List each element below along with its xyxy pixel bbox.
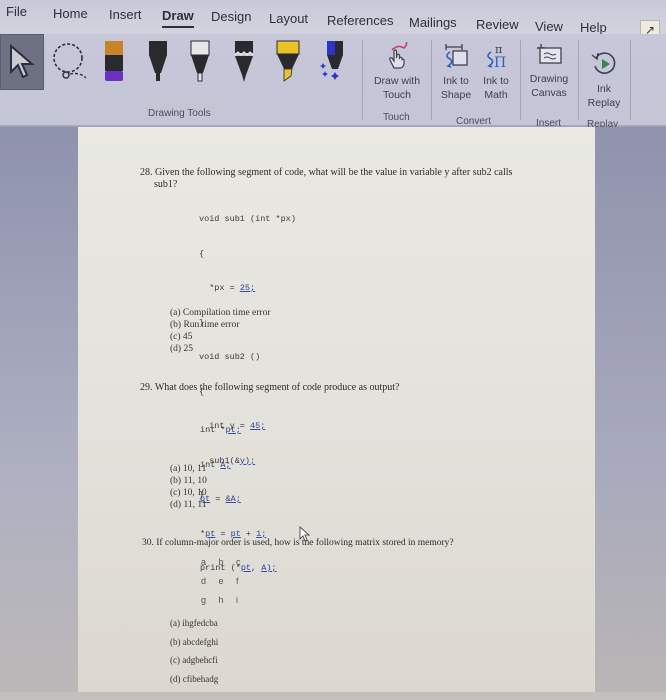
ribbon-tab-bar: File Home Insert Draw Design Layout Refe… — [0, 0, 666, 40]
question-29-options: (a) 10, 11 (b) 11, 10 (c) 10, 10 (d) 11,… — [170, 463, 207, 511]
highlighter-yellow-button[interactable] — [266, 34, 310, 90]
option-a: (a) 10, 11 — [170, 464, 207, 474]
status-bar — [0, 692, 666, 700]
ink-to-shape-label-1: Ink to — [443, 75, 469, 87]
ink-to-math-label-1: Ink to — [483, 75, 509, 87]
draw-with-touch-label-2: Touch — [382, 89, 412, 101]
option-d: (d) 25 — [170, 344, 193, 354]
option-c: (c) adgbehcfi — [170, 655, 218, 665]
option-b: (b) 11, 10 — [170, 476, 207, 486]
code-line: int A; — [200, 459, 231, 470]
ink-to-shape-icon — [445, 44, 468, 68]
option-c: (c) 10, 10 — [170, 488, 207, 498]
pen-white-button[interactable] — [178, 34, 222, 90]
ink-to-math-button[interactable]: π Π Ink to Math — [476, 42, 516, 102]
document-gutter-left — [0, 127, 78, 700]
convert-group-label: Convert — [456, 116, 492, 127]
tab-insert[interactable]: Insert — [109, 7, 142, 22]
select-tool-button[interactable] — [0, 34, 44, 90]
matrix-row-1: a b c — [201, 557, 246, 567]
tab-view[interactable]: View — [535, 19, 563, 34]
drawing-canvas-label-2: Canvas — [531, 87, 567, 99]
question-28-line-1: 28. Given the following segment of code,… — [140, 167, 513, 178]
touch-group-label: Touch — [383, 112, 410, 123]
pen-icon — [190, 40, 210, 82]
document-page[interactable]: 28. Given the following segment of code,… — [78, 127, 595, 700]
option-a: (a) Compilation time error — [170, 308, 271, 318]
ribbon-separator — [630, 40, 631, 120]
question-28-options: (a) Compilation time error (b) Run time … — [170, 307, 271, 355]
ink-replay-label-1: Ink — [596, 83, 611, 95]
matrix-row-3: g h i — [201, 595, 244, 605]
ink-to-shape-label-2: Shape — [440, 89, 472, 101]
pen-blue-galaxy-button[interactable] — [312, 34, 356, 90]
question-29-code: int *pt; int A; pt = &A; *pt = pt + 1; p… — [200, 402, 277, 598]
ink-to-math-label-2: Math — [484, 89, 508, 101]
ink-to-shape-button[interactable]: Ink to Shape — [436, 42, 476, 102]
ribbon-separator — [520, 40, 521, 120]
question-30-text: 30. If column-major order is used, how i… — [142, 538, 454, 548]
tab-mailings[interactable]: Mailings — [409, 15, 457, 30]
option-d: (d) 11, 11 — [170, 500, 207, 510]
lasso-icon — [53, 43, 87, 79]
ribbon-draw-panel: Drawing Tools Draw with Touch Touch Ink … — [0, 34, 666, 130]
draw-with-touch-label-1: Draw with — [373, 75, 421, 87]
option-b: (b) Run time error — [170, 320, 240, 330]
svg-text:Π: Π — [494, 55, 506, 70]
mouse-pointer-icon — [299, 526, 311, 542]
lasso-select-button[interactable] — [48, 34, 92, 90]
question-28-text: 28. Given the following segment of code,… — [140, 167, 560, 191]
code-line: void sub1 (int *px) — [199, 214, 296, 224]
arrow-cursor-icon — [10, 44, 35, 79]
drawing-canvas-icon — [537, 44, 562, 64]
tab-design[interactable]: Design — [211, 9, 251, 24]
eraser-icon — [105, 41, 123, 81]
touch-hand-icon — [389, 42, 408, 69]
drawing-canvas-label-1: Drawing — [529, 73, 569, 85]
drawing-tools-group-label: Drawing Tools — [148, 108, 211, 119]
code-line: *px = 25; — [199, 283, 256, 293]
code-line: int *pt; — [200, 425, 241, 435]
option-b: (b) abcdefghi — [170, 636, 219, 647]
ink-to-math-icon: π Π — [487, 43, 506, 70]
tab-home[interactable]: Home — [53, 6, 88, 21]
drawing-canvas-button[interactable]: Drawing Canvas — [524, 42, 574, 100]
replay-icon — [591, 52, 616, 74]
option-a: (a) ihgfedcba — [170, 618, 218, 628]
code-line: pt = &A; — [200, 494, 241, 504]
ribbon-separator — [362, 40, 363, 120]
highlighter-icon — [276, 40, 300, 82]
document-gutter-right — [595, 127, 666, 700]
pen-black-button[interactable] — [136, 34, 180, 90]
eraser-button[interactable] — [92, 34, 136, 90]
option-d: (d) cfibehadg — [170, 673, 219, 684]
ink-replay-button[interactable]: Ink Replay — [582, 50, 626, 110]
sparkle-pen-icon — [320, 41, 343, 80]
pen-icon — [234, 41, 254, 82]
matrix-row-2: d e f — [201, 576, 244, 586]
question-30-options: (a) ihgfedcba (b) abcdefghi (c) adgbehcf… — [170, 614, 218, 688]
ink-replay-label-2: Replay — [587, 97, 621, 109]
tab-help[interactable]: Help — [580, 20, 607, 35]
pen-black-galaxy-button[interactable] — [222, 34, 266, 90]
tab-file[interactable]: File — [6, 4, 27, 19]
tab-layout[interactable]: Layout — [269, 11, 308, 26]
tab-review[interactable]: Review — [476, 17, 519, 32]
question-28-line-2: sub1? — [154, 179, 178, 190]
ribbon-separator — [431, 40, 432, 120]
option-c: (c) 45 — [170, 332, 193, 342]
code-line: { — [199, 248, 205, 259]
tab-draw[interactable]: Draw — [162, 8, 194, 28]
pen-icon — [149, 41, 167, 81]
tab-references[interactable]: References — [327, 13, 393, 28]
draw-with-touch-button[interactable]: Draw with Touch — [368, 42, 426, 102]
ribbon-separator — [578, 40, 579, 120]
question-29-text: 29. What does the following segment of c… — [140, 382, 400, 393]
